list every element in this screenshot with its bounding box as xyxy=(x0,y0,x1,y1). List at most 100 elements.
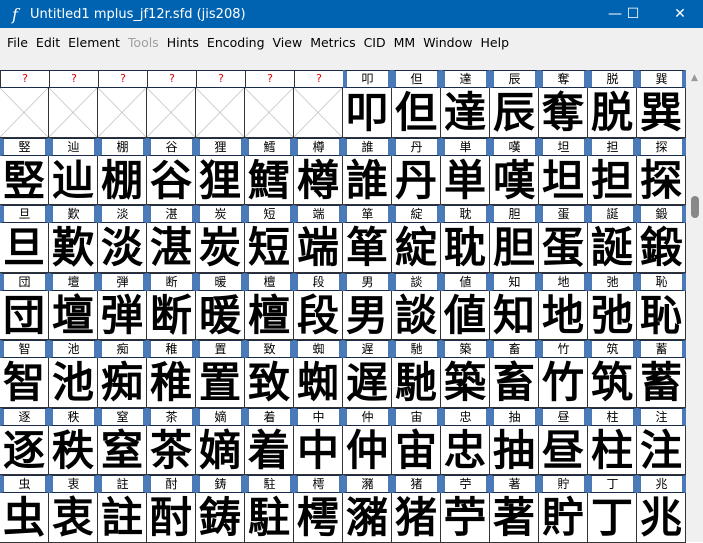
glyph-cell[interactable]: 誕 xyxy=(588,223,637,273)
glyph-cell[interactable]: 抽 xyxy=(490,425,539,475)
glyph-cell[interactable]: 叩 xyxy=(343,88,392,138)
glyph-cell[interactable]: 忠 xyxy=(441,425,490,475)
glyph-cell[interactable]: 昼 xyxy=(539,425,588,475)
glyph-cell[interactable]: 丹 xyxy=(392,155,441,205)
glyph-cell[interactable]: 箪 xyxy=(343,223,392,273)
glyph-cell[interactable]: 窒 xyxy=(98,425,147,475)
glyph-cell[interactable]: 注 xyxy=(637,425,686,475)
glyph-cell[interactable]: 着 xyxy=(245,425,294,475)
glyph-cell[interactable]: 致 xyxy=(245,358,294,408)
glyph-cell[interactable]: 棚 xyxy=(98,155,147,205)
glyph-cell[interactable]: 炭 xyxy=(196,223,245,273)
glyph-cell[interactable]: 遅 xyxy=(343,358,392,408)
glyph-cell[interactable]: 宙 xyxy=(392,425,441,475)
glyph-cell[interactable]: 猪 xyxy=(392,493,441,543)
glyph-cell[interactable]: 恥 xyxy=(637,290,686,340)
glyph-cell[interactable]: 稚 xyxy=(147,358,196,408)
empty-glyph-cell[interactable] xyxy=(196,88,245,138)
glyph-cell[interactable]: 脱 xyxy=(588,88,637,138)
glyph-cell[interactable]: 鍛 xyxy=(637,223,686,273)
glyph-cell[interactable]: 秩 xyxy=(49,425,98,475)
glyph-cell[interactable]: 値 xyxy=(441,290,490,340)
menu-cid[interactable]: CID xyxy=(364,35,386,50)
glyph-cell[interactable]: 短 xyxy=(245,223,294,273)
glyph-cell[interactable]: 駐 xyxy=(245,493,294,543)
glyph-cell[interactable]: 瀦 xyxy=(343,493,392,543)
scrollbar-thumb[interactable] xyxy=(691,196,699,218)
glyph-cell[interactable]: 樗 xyxy=(294,493,343,543)
empty-glyph-cell[interactable] xyxy=(0,88,49,138)
glyph-cell[interactable]: 探 xyxy=(637,155,686,205)
glyph-cell[interactable]: 淡 xyxy=(98,223,147,273)
glyph-cell[interactable]: 綻 xyxy=(392,223,441,273)
glyph-cell[interactable]: 酎 xyxy=(147,493,196,543)
glyph-cell[interactable]: 坦 xyxy=(539,155,588,205)
glyph-cell[interactable]: 茶 xyxy=(147,425,196,475)
glyph-cell[interactable]: 築 xyxy=(441,358,490,408)
glyph-cell[interactable]: 知 xyxy=(490,290,539,340)
menu-window[interactable]: Window xyxy=(423,35,472,50)
menu-file[interactable]: File xyxy=(7,35,28,50)
scroll-up-icon[interactable]: ▲ xyxy=(686,70,703,86)
glyph-cell[interactable]: 註 xyxy=(98,493,147,543)
glyph-cell[interactable]: 断 xyxy=(147,290,196,340)
glyph-cell[interactable]: 苧 xyxy=(441,493,490,543)
glyph-cell[interactable]: 逐 xyxy=(0,425,49,475)
menu-element[interactable]: Element xyxy=(68,35,120,50)
glyph-cell[interactable]: 嫡 xyxy=(196,425,245,475)
glyph-cell[interactable]: 畜 xyxy=(490,358,539,408)
glyph-cell[interactable]: 湛 xyxy=(147,223,196,273)
glyph-cell[interactable]: 巽 xyxy=(637,88,686,138)
glyph-cell[interactable]: 池 xyxy=(49,358,98,408)
glyph-cell[interactable]: 仲 xyxy=(343,425,392,475)
glyph-cell[interactable]: 中 xyxy=(294,425,343,475)
glyph-cell[interactable]: 胆 xyxy=(490,223,539,273)
glyph-cell[interactable]: 衷 xyxy=(49,493,98,543)
glyph-cell[interactable]: 智 xyxy=(0,358,49,408)
glyph-cell[interactable]: 但 xyxy=(392,88,441,138)
glyph-cell[interactable]: 筑 xyxy=(588,358,637,408)
glyph-cell[interactable]: 男 xyxy=(343,290,392,340)
glyph-cell[interactable]: 馳 xyxy=(392,358,441,408)
glyph-cell[interactable]: 担 xyxy=(588,155,637,205)
glyph-cell[interactable]: 端 xyxy=(294,223,343,273)
glyph-cell[interactable]: 談 xyxy=(392,290,441,340)
glyph-cell[interactable]: 谷 xyxy=(147,155,196,205)
menu-edit[interactable]: Edit xyxy=(36,35,60,50)
menu-encoding[interactable]: Encoding xyxy=(207,35,265,50)
glyph-cell[interactable]: 壇 xyxy=(49,290,98,340)
menu-metrics[interactable]: Metrics xyxy=(310,35,355,50)
glyph-cell[interactable]: 耽 xyxy=(441,223,490,273)
glyph-cell[interactable]: 虫 xyxy=(0,493,49,543)
glyph-cell[interactable]: 著 xyxy=(490,493,539,543)
menu-help[interactable]: Help xyxy=(481,35,510,50)
glyph-cell[interactable]: 達 xyxy=(441,88,490,138)
glyph-cell[interactable]: 兆 xyxy=(637,493,686,543)
menu-tools[interactable]: Tools xyxy=(128,35,159,50)
glyph-cell[interactable]: 弾 xyxy=(98,290,147,340)
glyph-cell[interactable]: 貯 xyxy=(539,493,588,543)
glyph-cell[interactable]: 竪 xyxy=(0,155,49,205)
glyph-cell[interactable]: 嘆 xyxy=(490,155,539,205)
maximize-button[interactable]: ☐ xyxy=(610,0,656,28)
glyph-cell[interactable]: 蓄 xyxy=(637,358,686,408)
menu-hints[interactable]: Hints xyxy=(167,35,199,50)
glyph-cell[interactable]: 竹 xyxy=(539,358,588,408)
glyph-cell[interactable]: 団 xyxy=(0,290,49,340)
glyph-cell[interactable]: 段 xyxy=(294,290,343,340)
glyph-cell[interactable]: 単 xyxy=(441,155,490,205)
glyph-cell[interactable]: 丁 xyxy=(588,493,637,543)
glyph-cell[interactable]: 誰 xyxy=(343,155,392,205)
empty-glyph-cell[interactable] xyxy=(147,88,196,138)
empty-glyph-cell[interactable] xyxy=(49,88,98,138)
glyph-cell[interactable]: 檀 xyxy=(245,290,294,340)
empty-glyph-cell[interactable] xyxy=(245,88,294,138)
empty-glyph-cell[interactable] xyxy=(294,88,343,138)
glyph-cell[interactable]: 蛋 xyxy=(539,223,588,273)
menu-view[interactable]: View xyxy=(273,35,303,50)
glyph-cell[interactable]: 樽 xyxy=(294,155,343,205)
glyph-cell[interactable]: 辰 xyxy=(490,88,539,138)
glyph-cell[interactable]: 地 xyxy=(539,290,588,340)
glyph-cell[interactable]: 痴 xyxy=(98,358,147,408)
glyph-cell[interactable]: 置 xyxy=(196,358,245,408)
